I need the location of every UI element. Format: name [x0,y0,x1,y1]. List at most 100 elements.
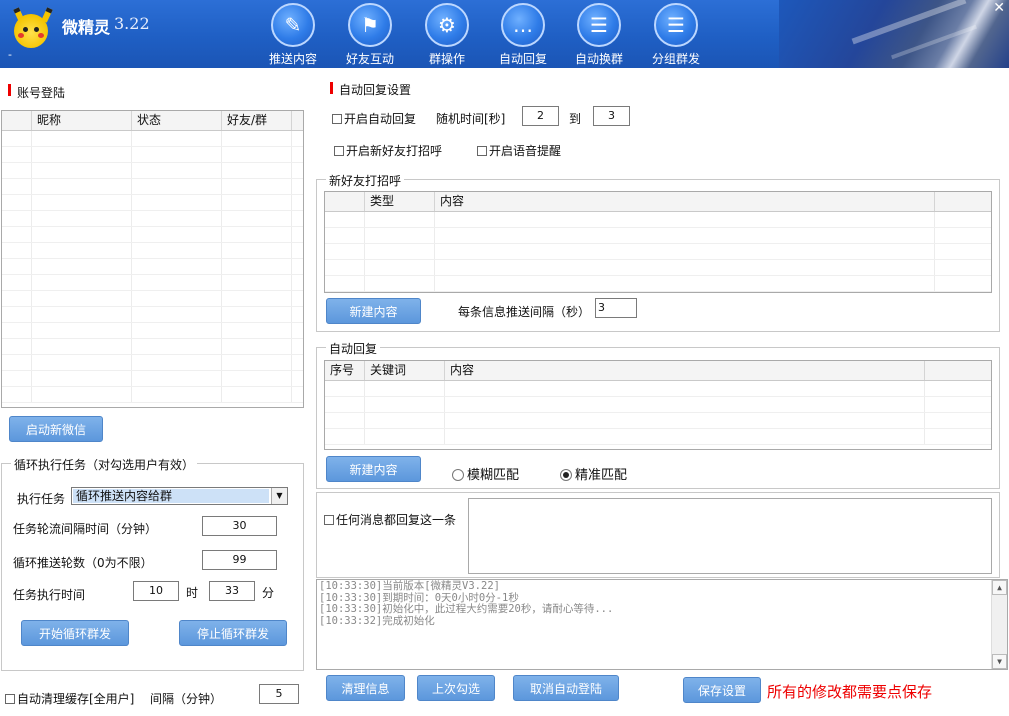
random-from-input[interactable]: 2 [522,106,559,126]
table-row[interactable] [325,260,991,276]
table-row[interactable] [325,429,991,445]
chevron-down-icon[interactable]: ▼ [271,488,287,504]
table-cell [325,244,365,259]
log-panel[interactable]: [10:33:30]当前版本[微精灵V3.22] [10:33:30]到期时间：… [316,579,1008,670]
exact-match-radio[interactable]: 精准匹配 [560,464,627,483]
table-row[interactable] [325,381,991,397]
nav-group-broadcast[interactable]: ☰ 分组群发 [639,3,713,66]
interval-label: 任务轮流间隔时间（分钟） [13,522,158,536]
cache-interval-input[interactable]: 5 [259,684,299,704]
any-message-checkbox[interactable]: 任何消息都回复这一条 [324,511,456,528]
column-header-friends-groups[interactable]: 好友/群 [222,111,292,130]
account-table[interactable]: 昵称 状态 好友/群 [1,110,304,408]
column-header-index[interactable]: 序号 [325,361,365,380]
table-row[interactable] [2,211,303,227]
table-row[interactable] [2,307,303,323]
table-row[interactable] [2,131,303,147]
table-cell [132,323,222,338]
table-cell [365,228,435,243]
greeting-new-content-button[interactable]: 新建内容 [326,298,421,324]
column-header-type[interactable]: 类型 [365,192,435,211]
message-icon: ☰ [577,3,621,47]
table-row[interactable] [2,323,303,339]
table-row[interactable] [2,227,303,243]
table-row[interactable] [2,371,303,387]
rounds-input[interactable]: 99 [202,550,277,570]
clear-info-button[interactable]: 清理信息 [326,675,405,701]
column-header-nickname[interactable]: 昵称 [32,111,132,130]
radio-icon [560,469,572,481]
table-row[interactable] [2,275,303,291]
table-body [325,212,991,292]
table-row[interactable] [2,387,303,403]
column-header-content[interactable]: 内容 [445,361,925,380]
nav-auto-switch-group[interactable]: ☰ 自动换群 [562,3,636,66]
nav-push-content[interactable]: ✎ 推送内容 [256,3,330,66]
table-row[interactable] [2,179,303,195]
table-row[interactable] [325,413,991,429]
start-loop-broadcast-button[interactable]: 开始循环群发 [21,620,129,646]
column-header-keyword[interactable]: 关键词 [365,361,445,380]
table-row[interactable] [325,212,991,228]
table-row[interactable] [2,147,303,163]
scroll-up-icon[interactable]: ▲ [992,580,1007,595]
table-row[interactable] [2,339,303,355]
interval-input[interactable]: 30 [202,516,277,536]
table-row[interactable] [325,228,991,244]
column-header-content[interactable]: 内容 [435,192,935,211]
table-row[interactable] [325,397,991,413]
table-row[interactable] [2,355,303,371]
table-cell [32,195,132,210]
cancel-auto-login-button[interactable]: 取消自动登陆 [513,675,619,701]
nav-group-operations[interactable]: ⚙ 群操作 [410,3,484,66]
minimize-dash[interactable]: - [8,48,12,61]
table-cell [2,355,32,370]
table-cell [132,355,222,370]
greeting-group-title: 新好友打招呼 [326,172,405,189]
scroll-down-icon[interactable]: ▼ [992,654,1007,669]
column-header-status[interactable]: 状态 [132,111,222,130]
auto-reply-table[interactable]: 序号 关键词 内容 [324,360,992,450]
table-row[interactable] [2,291,303,307]
nav-auto-reply[interactable]: … 自动回复 [486,3,560,66]
greeting-table[interactable]: 类型 内容 [324,191,992,293]
minute-input[interactable]: 33 [209,581,255,601]
log-scrollbar[interactable]: ▲ ▼ [991,580,1007,669]
start-new-wechat-button[interactable]: 启动新微信 [9,416,103,442]
enable-auto-reply-checkbox[interactable]: 开启自动回复 [332,110,416,127]
table-row[interactable] [2,259,303,275]
save-settings-button[interactable]: 保存设置 [683,677,761,703]
stop-loop-broadcast-button[interactable]: 停止循环群发 [179,620,287,646]
table-cell [325,260,365,275]
any-message-textarea[interactable] [468,498,992,574]
table-row[interactable] [2,243,303,259]
fuzzy-match-radio[interactable]: 模糊匹配 [452,464,519,483]
table-cell [32,355,132,370]
app-logo [14,14,48,48]
random-to-input[interactable]: 3 [593,106,630,126]
auto-reply-settings-title: 自动回复设置 [339,83,412,97]
voice-reminder-checkbox[interactable]: 开启语音提醒 [477,142,561,159]
nav-friend-interaction[interactable]: ⚑ 好友互动 [333,3,407,66]
table-row[interactable] [325,244,991,260]
table-cell [132,131,222,146]
log-line: [10:33:32]完成初始化 [319,614,435,627]
cache-interval-label: 间隔（分钟） [150,692,223,706]
checkbox-icon [477,146,487,156]
auto-reply-new-content-button[interactable]: 新建内容 [326,456,421,482]
last-selection-button[interactable]: 上次勾选 [417,675,495,701]
table-row[interactable] [2,163,303,179]
auto-clear-cache-checkbox[interactable]: 自动清理缓存[全用户] [5,690,134,707]
table-cell [32,371,132,386]
task-select[interactable]: 循环推送内容给群 ▼ [71,487,288,505]
radio-icon [452,469,464,481]
table-row[interactable] [2,195,303,211]
greet-new-friend-checkbox[interactable]: 开启新好友打招呼 [334,142,442,159]
push-interval-input[interactable]: 3 [595,298,637,318]
table-row[interactable] [325,276,991,292]
table-cell [132,275,222,290]
table-cell [325,276,365,291]
nav-label: 分组群发 [651,52,700,66]
close-button[interactable]: ✕ [993,0,1005,16]
hour-input[interactable]: 10 [133,581,179,601]
